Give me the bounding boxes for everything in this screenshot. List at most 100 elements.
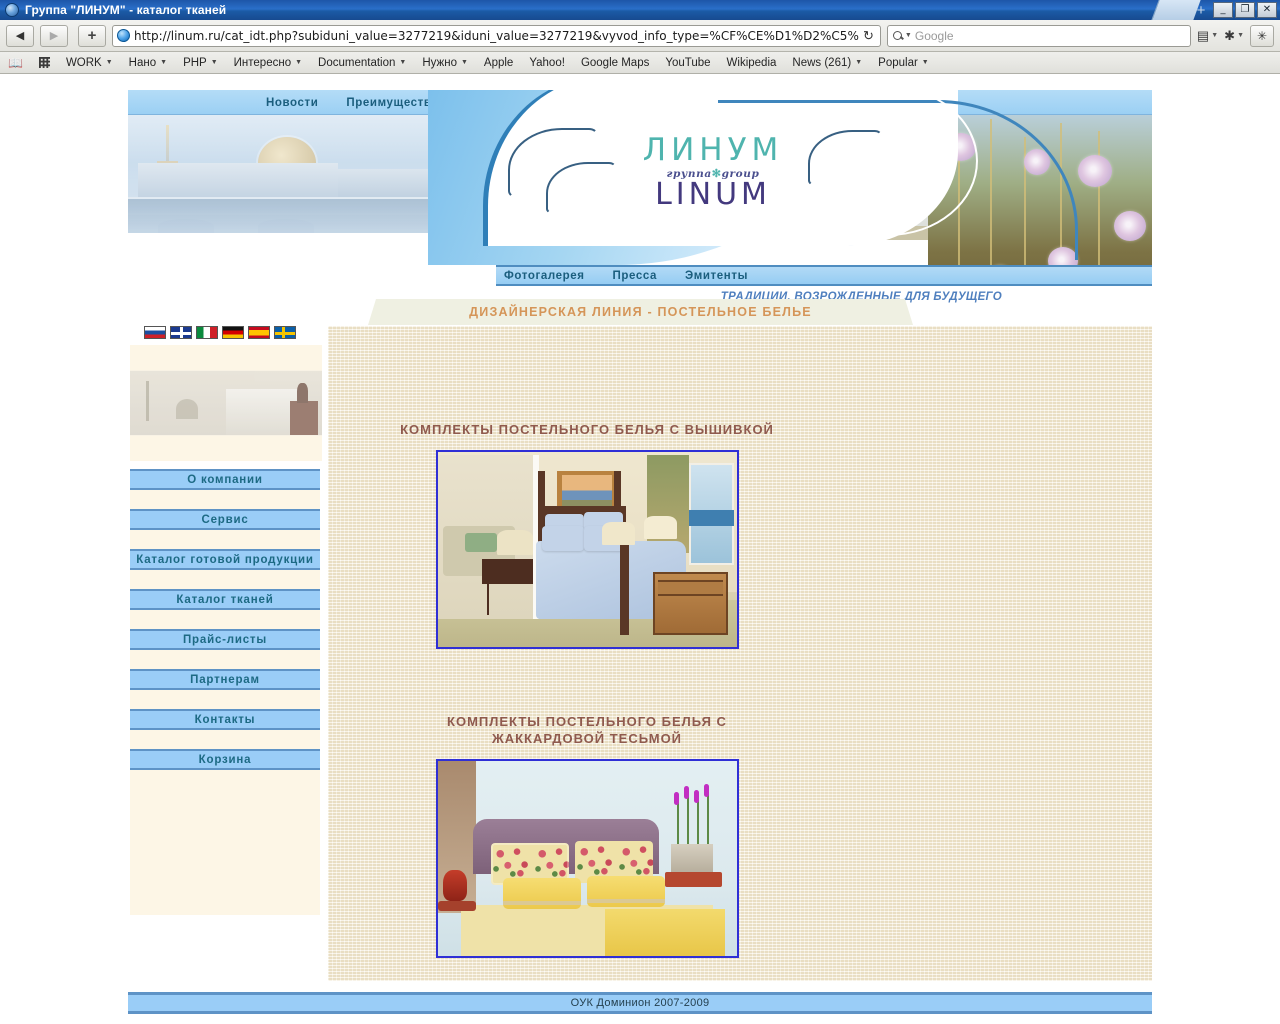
swedish-flag-icon[interactable]	[274, 326, 296, 339]
chevron-down-icon: ▼	[105, 59, 113, 66]
chevron-down-icon: ▼	[160, 59, 168, 66]
table-lamp	[643, 515, 677, 540]
address-bar[interactable]: http://linum.ru/cat_idt.php?subiduni_val…	[112, 24, 881, 47]
product-card-jacquard[interactable]: КОМПЛЕКТЫ ПОСТЕЛЬНОГО БЕЛЬЯ С ЖАККАРДОВО…	[398, 713, 776, 958]
menu-spacer	[130, 610, 320, 629]
bookmark-label: Интересно	[233, 56, 292, 69]
minimize-button[interactable]: _	[1213, 2, 1233, 18]
add-button[interactable]: +	[78, 24, 106, 47]
sketch-spire	[146, 381, 149, 421]
sketch-dome	[176, 399, 198, 419]
bookmark-label: Documentation	[318, 56, 396, 69]
building-block	[138, 163, 338, 199]
title-bar: Группа "ЛИНУМ" - каталог тканей + _ ❐ ✕	[0, 0, 1280, 20]
settings-menu-button[interactable]: ✱ ▼	[1224, 28, 1244, 44]
product-card-embroidery[interactable]: КОМПЛЕКТЫ ПОСТЕЛЬНОГО БЕЛЬЯ С ВЫШИВКОЙ	[398, 421, 776, 649]
uk-flag-icon[interactable]	[170, 326, 192, 339]
city-sketch	[130, 371, 322, 435]
russian-flag-icon[interactable]	[144, 326, 166, 339]
sidebar-item-label: Корзина	[198, 753, 252, 766]
sidebar-item-cart[interactable]: Корзина	[130, 749, 320, 770]
bookmark-php[interactable]: PHP ▼	[183, 57, 218, 69]
menu-spacer	[130, 570, 320, 589]
bookmark-popular[interactable]: Popular ▼	[878, 57, 929, 69]
sidebar-filler	[130, 770, 320, 915]
bedroom-yellow-floral-photo[interactable]	[435, 758, 739, 958]
site-logo[interactable]: ЛИНУМ группа✻group LINUM	[593, 135, 833, 211]
sidebar-item-label: Каталог тканей	[176, 593, 274, 606]
chevron-down-icon: ▼	[1211, 32, 1219, 39]
tab-strip: + _ ❐ ✕	[1147, 0, 1280, 20]
sidebar-item-service[interactable]: Сервис	[130, 509, 320, 530]
bookmark-label: WORK	[65, 56, 102, 69]
sidebar-item-price-lists[interactable]: Прайс-листы	[130, 629, 320, 650]
sidebar: О компании Сервис Каталог готовой продук…	[128, 326, 324, 915]
page-title-banner: ДИЗАЙНЕРСКАЯ ЛИНИЯ - ПОСТЕЛЬНОЕ БЕЛЬЕ	[368, 299, 913, 325]
pot-saucer	[664, 871, 722, 888]
plant-pot	[670, 844, 713, 876]
table-lamp	[601, 521, 635, 546]
reload-icon[interactable]: ↻	[863, 28, 876, 44]
sidebar-item-label: Контакты	[194, 713, 256, 726]
logo-latin: LINUM	[655, 177, 771, 212]
apps-grid-icon[interactable]	[38, 57, 50, 68]
sidebar-item-partners[interactable]: Партнерам	[130, 669, 320, 690]
stem	[686, 796, 689, 847]
back-button[interactable]: ◀	[6, 24, 34, 47]
bookmark-nano[interactable]: Нано ▼	[129, 57, 167, 69]
red-vase	[443, 869, 468, 902]
stem	[676, 802, 679, 847]
bridge	[128, 213, 458, 233]
italian-flag-icon[interactable]	[196, 326, 218, 339]
reading-list-icon[interactable]: 📖	[8, 56, 23, 70]
sidebar-item-label: Сервис	[201, 513, 249, 526]
restore-button[interactable]: ❐	[1235, 2, 1255, 18]
flower-bud	[693, 790, 699, 804]
bookmark-google-maps[interactable]: Google Maps	[581, 57, 649, 69]
topnav-item-news[interactable]: Новости	[266, 97, 318, 109]
chevron-down-icon: ▼	[1237, 32, 1244, 39]
bookmark-documentation[interactable]: Documentation ▼	[318, 57, 406, 69]
menu-spacer	[130, 730, 320, 749]
bookmark-youtube[interactable]: YouTube	[665, 57, 710, 69]
chevron-down-icon: ▼	[399, 59, 407, 66]
bookmark-needed[interactable]: Нужно ▼	[422, 57, 468, 69]
forward-button[interactable]: ▶	[40, 24, 68, 47]
close-button[interactable]: ✕	[1257, 2, 1277, 18]
german-flag-icon[interactable]	[222, 326, 244, 339]
chevron-down-icon[interactable]: ▼	[905, 32, 912, 39]
product-title: КОМПЛЕКТЫ ПОСТЕЛЬНОГО БЕЛЬЯ С ВЫШИВКОЙ	[400, 422, 774, 437]
subnav-item-press[interactable]: Пресса	[613, 270, 657, 282]
bookmark-wikipedia[interactable]: Wikipedia	[727, 57, 777, 69]
spanish-flag-icon[interactable]	[248, 326, 270, 339]
sketch-monument	[290, 383, 318, 435]
bookmark-interesting[interactable]: Интересно ▼	[234, 57, 302, 69]
yellow-sheet	[604, 908, 725, 956]
flower-bud	[703, 784, 709, 798]
sidebar-illustration	[130, 345, 322, 461]
sidebar-item-contacts[interactable]: Контакты	[130, 709, 320, 730]
menu-spacer	[130, 490, 320, 509]
sidebar-item-label: О компании	[187, 473, 263, 486]
sidebar-item-fabrics-catalog[interactable]: Каталог тканей	[130, 589, 320, 610]
subnav-item-issuers[interactable]: Эмитенты	[685, 270, 748, 282]
app-icon	[5, 3, 19, 17]
bookmark-yahoo[interactable]: Yahoo!	[529, 57, 565, 69]
window-title: Группа "ЛИНУМ" - каталог тканей	[25, 3, 227, 17]
bookmark-apple[interactable]: Apple	[484, 57, 513, 69]
side-table	[437, 901, 477, 911]
sidebar-item-about[interactable]: О компании	[130, 469, 320, 490]
browser-tab[interactable]	[1151, 0, 1201, 20]
page-menu-button[interactable]: ▤ ▼	[1197, 28, 1218, 44]
page-title: ДИЗАЙНЕРСКАЯ ЛИНИЯ - ПОСТЕЛЬНОЕ БЕЛЬЕ	[469, 305, 812, 319]
sketch-building	[226, 389, 300, 435]
page-icon: ▤	[1196, 27, 1210, 43]
window-controls: _ ❐ ✕	[1213, 2, 1280, 18]
subnav-item-photogallery[interactable]: Фотогалерея	[504, 270, 585, 282]
bookmark-news[interactable]: News (261) ▼	[792, 57, 862, 69]
bedroom-classic-blue-photo[interactable]	[435, 449, 739, 649]
search-box[interactable]: ▼ Google	[886, 24, 1191, 47]
bookmark-work[interactable]: WORK ▼	[66, 57, 113, 69]
developer-tools-button[interactable]: ✳	[1250, 24, 1274, 47]
sidebar-item-finished-goods-catalog[interactable]: Каталог готовой продукции	[130, 549, 320, 570]
